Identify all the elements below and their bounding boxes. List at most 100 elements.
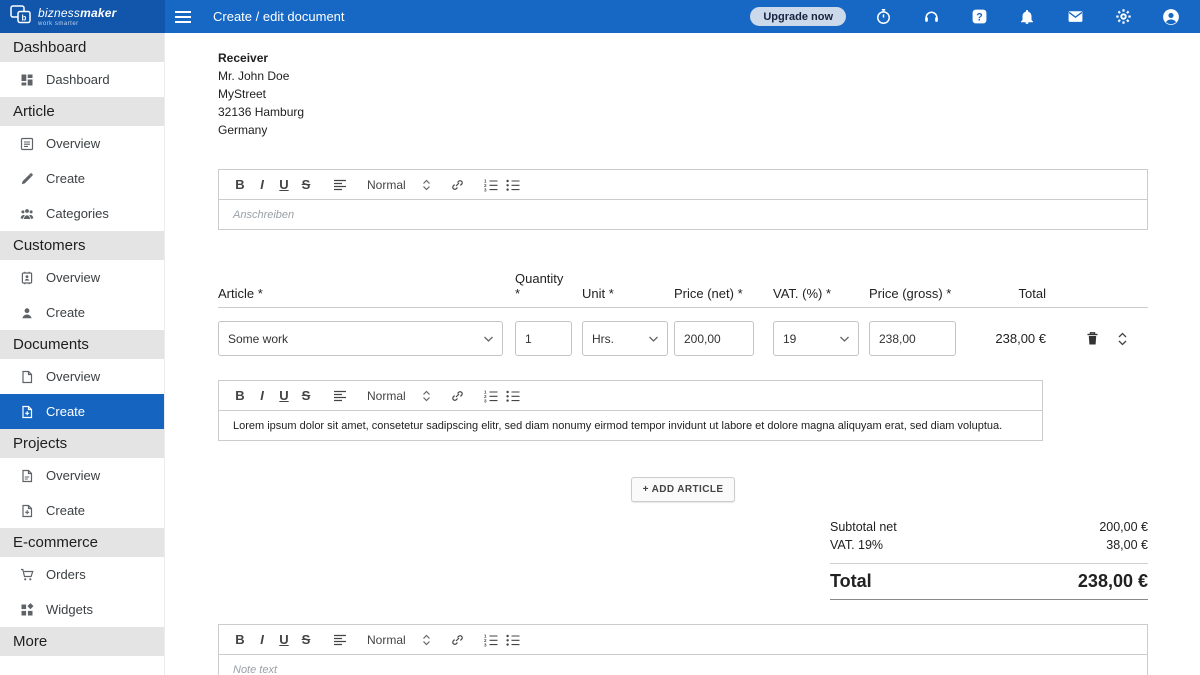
bold-button[interactable]: B	[229, 385, 251, 407]
note-editor-toolbar: B I U S Normal 123	[218, 624, 1148, 655]
format-select[interactable]: Normal	[363, 389, 435, 403]
page-title: Create / edit document	[213, 9, 345, 24]
strike-button[interactable]: S	[295, 174, 317, 196]
align-button[interactable]	[329, 174, 351, 196]
unit-select[interactable]: Hrs.	[582, 321, 668, 356]
topbar-actions: Upgrade now ?	[750, 6, 1200, 28]
ordered-list-button[interactable]: 123	[481, 629, 503, 651]
upgrade-button[interactable]: Upgrade now	[750, 7, 846, 26]
link-button[interactable]	[447, 629, 469, 651]
article-select[interactable]: Some work	[218, 321, 503, 356]
bold-button[interactable]: B	[229, 629, 251, 651]
sidebar-item-customers-create[interactable]: Create	[0, 295, 164, 330]
article-table-header: Article * Quantity * Unit * Price (net) …	[218, 286, 1148, 308]
sidebar-item-projects-overview[interactable]: Overview	[0, 458, 164, 493]
support-headset-icon[interactable]	[920, 6, 942, 28]
svg-text:?: ?	[976, 12, 982, 24]
notifications-bell-icon[interactable]	[1016, 6, 1038, 28]
align-button[interactable]	[329, 385, 351, 407]
sidebar-item-customers-overview[interactable]: Overview	[0, 260, 164, 295]
settings-gear-icon[interactable]	[1112, 6, 1134, 28]
sidebar-section-dashboard: Dashboard	[0, 33, 164, 62]
add-article-button[interactable]: + ADD ARTICLE	[631, 477, 736, 502]
bullet-list-button[interactable]	[503, 174, 525, 196]
sidebar-item-label: Overview	[46, 369, 100, 384]
delete-row-button[interactable]	[1086, 331, 1099, 346]
strike-button[interactable]: S	[295, 629, 317, 651]
price-gross-input[interactable]	[869, 321, 956, 356]
document-add-icon	[20, 504, 34, 518]
mail-icon[interactable]	[1064, 6, 1086, 28]
sidebar-item-label: Create	[46, 171, 85, 186]
receiver-heading: Receiver	[218, 49, 1148, 67]
sort-updown-icon	[1117, 332, 1128, 346]
topbar: b biznessmaker work smarter Create / edi…	[0, 0, 1200, 33]
reorder-row-handle[interactable]	[1117, 332, 1128, 346]
sidebar-item-projects-create[interactable]: Create	[0, 493, 164, 528]
underline-button[interactable]: U	[273, 174, 295, 196]
format-label: Normal	[367, 633, 406, 647]
header-quantity: Quantity *	[515, 271, 572, 301]
svg-text:3: 3	[484, 187, 487, 192]
updown-caret-icon	[422, 179, 431, 191]
bold-button[interactable]: B	[229, 174, 251, 196]
sidebar-item-label: Dashboard	[46, 72, 110, 87]
article-description-textarea[interactable]: Lorem ipsum dolor sit amet, consetetur s…	[218, 411, 1043, 441]
brand-name: biznessmaker	[38, 7, 116, 19]
brand-tagline: work smarter	[38, 21, 116, 27]
bullet-list-button[interactable]	[503, 385, 525, 407]
receiver-street: MyStreet	[218, 85, 1148, 103]
sidebar-section-projects: Projects	[0, 429, 164, 458]
align-button[interactable]	[329, 629, 351, 651]
chevron-down-icon	[484, 336, 493, 342]
strike-button[interactable]: S	[295, 385, 317, 407]
sidebar-item-documents-create[interactable]: Create	[0, 394, 164, 429]
document-icon	[20, 370, 34, 384]
header-total: Total	[956, 286, 1046, 301]
sidebar-item-label: Create	[46, 404, 85, 419]
receiver-name: Mr. John Doe	[218, 67, 1148, 85]
vat-value: 38,00 €	[1106, 536, 1148, 554]
sidebar-item-dashboard[interactable]: Dashboard	[0, 62, 164, 97]
underline-button[interactable]: U	[273, 385, 295, 407]
sidebar-item-orders[interactable]: Orders	[0, 557, 164, 592]
article-list-icon	[20, 137, 34, 151]
sidebar-item-documents-overview[interactable]: Overview	[0, 359, 164, 394]
brand: b biznessmaker work smarter	[0, 0, 165, 33]
link-button[interactable]	[447, 174, 469, 196]
sidebar-item-widgets[interactable]: Widgets	[0, 592, 164, 627]
sidebar-item-article-categories[interactable]: Categories	[0, 196, 164, 231]
sidebar-item-article-create[interactable]: Create	[0, 161, 164, 196]
note-textarea[interactable]: Note text	[218, 655, 1148, 675]
subtotal-row: Subtotal net 200,00 €	[830, 518, 1148, 536]
cover-editor-toolbar: B I U S Normal 123	[218, 169, 1148, 200]
quantity-input[interactable]	[515, 321, 572, 356]
totals-block: Subtotal net 200,00 € VAT. 19% 38,00 € T…	[830, 518, 1148, 600]
price-net-input[interactable]	[674, 321, 754, 356]
italic-button[interactable]: I	[251, 385, 273, 407]
format-select[interactable]: Normal	[363, 178, 435, 192]
document-icon	[20, 469, 34, 483]
account-icon[interactable]	[1160, 6, 1182, 28]
row-total: 238,00 €	[956, 331, 1046, 346]
header-article: Article *	[218, 286, 503, 301]
timer-icon[interactable]	[872, 6, 894, 28]
cover-letter-textarea[interactable]: Anschreiben	[218, 200, 1148, 230]
ordered-list-button[interactable]: 123	[481, 385, 503, 407]
bullet-list-button[interactable]	[503, 629, 525, 651]
ordered-list-button[interactable]: 123	[481, 174, 503, 196]
article-description-editor: B I U S Normal 123	[218, 380, 1043, 441]
underline-button[interactable]: U	[273, 629, 295, 651]
article-row: Some work Hrs. 19 238,00 €	[218, 308, 1148, 356]
italic-button[interactable]: I	[251, 174, 273, 196]
menu-button[interactable]	[165, 0, 201, 33]
help-icon[interactable]: ?	[968, 6, 990, 28]
italic-button[interactable]: I	[251, 629, 273, 651]
description-editor-toolbar: B I U S Normal 123	[218, 380, 1043, 411]
format-select[interactable]: Normal	[363, 633, 435, 647]
sidebar-item-article-overview[interactable]: Overview	[0, 126, 164, 161]
sidebar-item-label: Create	[46, 305, 85, 320]
vat-select[interactable]: 19	[773, 321, 859, 356]
link-button[interactable]	[447, 385, 469, 407]
total-row: Total 238,00 €	[830, 564, 1148, 600]
